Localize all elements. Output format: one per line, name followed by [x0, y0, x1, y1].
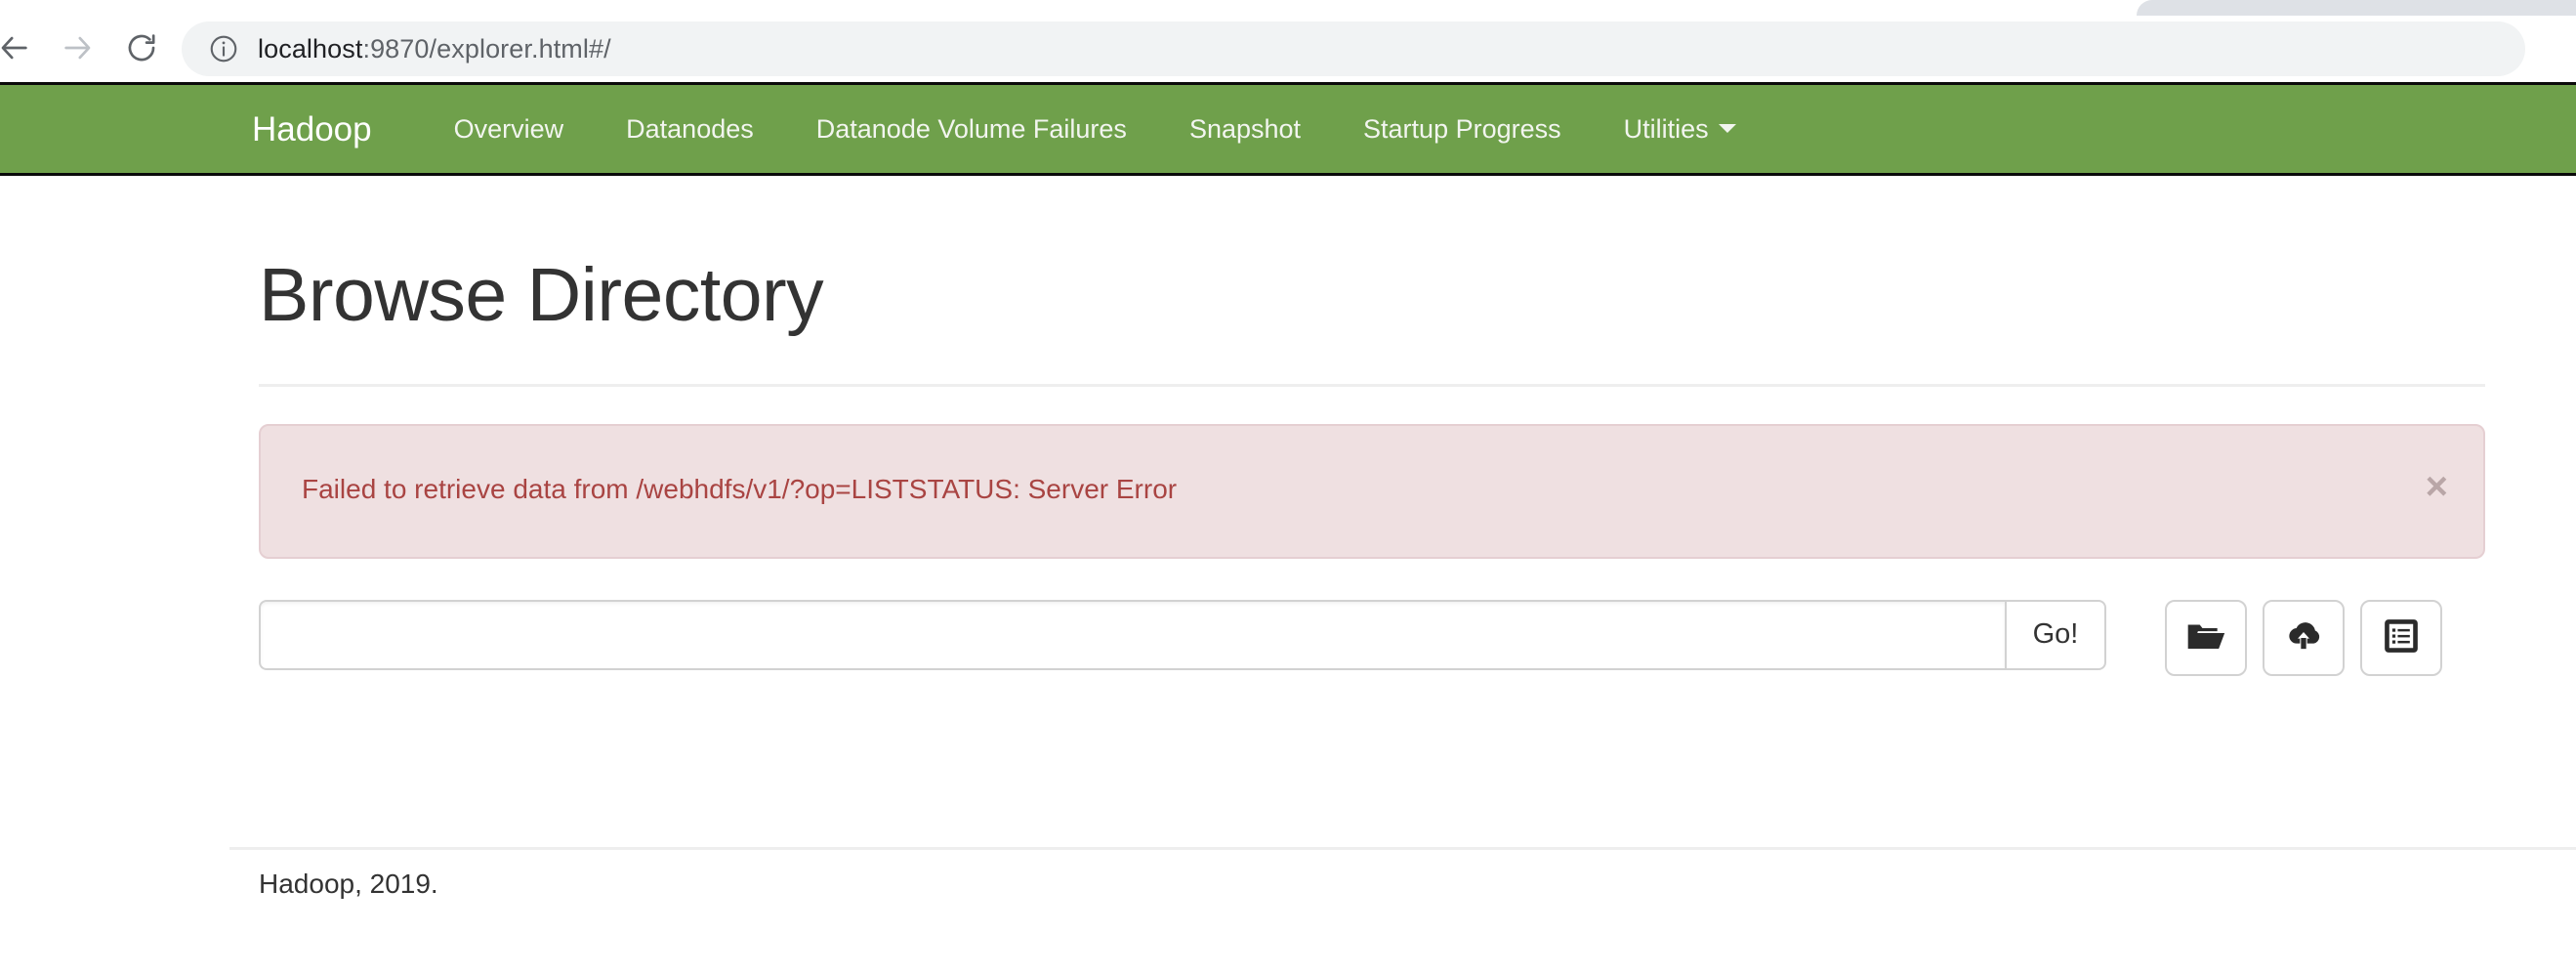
reload-icon — [125, 31, 158, 67]
upload-files-button[interactable] — [2263, 599, 2345, 676]
browser-forward-button[interactable] — [55, 26, 100, 71]
navbar-inner: Hadoop Overview Datanodes Datanode Volum… — [252, 85, 1767, 173]
arrow-left-icon — [0, 31, 31, 67]
alert-close-button[interactable]: × — [2426, 467, 2448, 506]
nav-link-label: Startup Progress — [1363, 113, 1561, 144]
chevron-down-icon — [1718, 123, 1736, 133]
url-host: localhost — [258, 33, 363, 64]
site-navbar: Hadoop Overview Datanodes Datanode Volum… — [0, 82, 2576, 176]
nav-link-overview[interactable]: Overview — [423, 113, 596, 144]
error-alert: Failed to retrieve data from /webhdfs/v1… — [259, 423, 2485, 559]
go-button[interactable]: Go! — [2005, 599, 2106, 670]
create-directory-button[interactable] — [2165, 599, 2247, 676]
browser-toolbar: localhost:9870/explorer.html#/ — [0, 16, 2576, 82]
footer-text: Hadoop, 2019. — [259, 869, 438, 899]
nav-link-datanode-volume-failures[interactable]: Datanode Volume Failures — [785, 113, 1158, 144]
title-divider — [259, 383, 2485, 387]
action-button-group — [2165, 599, 2442, 676]
cloud-upload-icon — [2284, 619, 2323, 656]
nav-link-label: Datanode Volume Failures — [815, 113, 1127, 144]
nav-link-startup-progress[interactable]: Startup Progress — [1332, 113, 1593, 144]
cut-paste-button[interactable] — [2360, 599, 2442, 676]
nav-link-label: Overview — [453, 113, 564, 144]
footer-divider — [229, 847, 2576, 850]
arrow-right-icon — [61, 31, 94, 67]
browser-address-bar[interactable]: localhost:9870/explorer.html#/ — [182, 21, 2525, 76]
nav-link-snapshot[interactable]: Snapshot — [1158, 113, 1332, 144]
error-alert-message: Failed to retrieve data from /webhdfs/v1… — [302, 473, 1178, 504]
page-title: Browse Directory — [259, 253, 824, 337]
navbar-brand-hadoop[interactable]: Hadoop — [252, 112, 372, 147]
browser-chrome: localhost:9870/explorer.html#/ — [0, 0, 2576, 82]
folder-open-icon — [2186, 619, 2225, 656]
path-controls-row: Go! — [259, 599, 2485, 678]
browser-back-button[interactable] — [0, 26, 37, 71]
address-bar-url: localhost:9870/explorer.html#/ — [258, 34, 611, 64]
browser-reload-button[interactable] — [119, 26, 164, 71]
nav-link-utilities[interactable]: Utilities — [1593, 113, 1767, 144]
main-container: Browse Directory Failed to retrieve data… — [259, 176, 2485, 678]
nav-link-label: Datanodes — [626, 113, 754, 144]
nav-link-datanodes[interactable]: Datanodes — [595, 113, 785, 144]
url-path: :9870/explorer.html#/ — [362, 33, 611, 64]
list-alt-icon — [2384, 619, 2419, 656]
browser-tabstrip — [0, 0, 2576, 16]
browser-tab-partial[interactable] — [2137, 0, 2576, 16]
page-viewport: Hadoop Overview Datanodes Datanode Volum… — [0, 82, 2576, 975]
nav-link-label: Snapshot — [1188, 113, 1302, 144]
path-input-group: Go! — [259, 599, 2106, 670]
path-input[interactable] — [259, 599, 2005, 670]
nav-link-label: Utilities — [1623, 113, 1709, 144]
site-info-icon[interactable] — [207, 32, 240, 65]
